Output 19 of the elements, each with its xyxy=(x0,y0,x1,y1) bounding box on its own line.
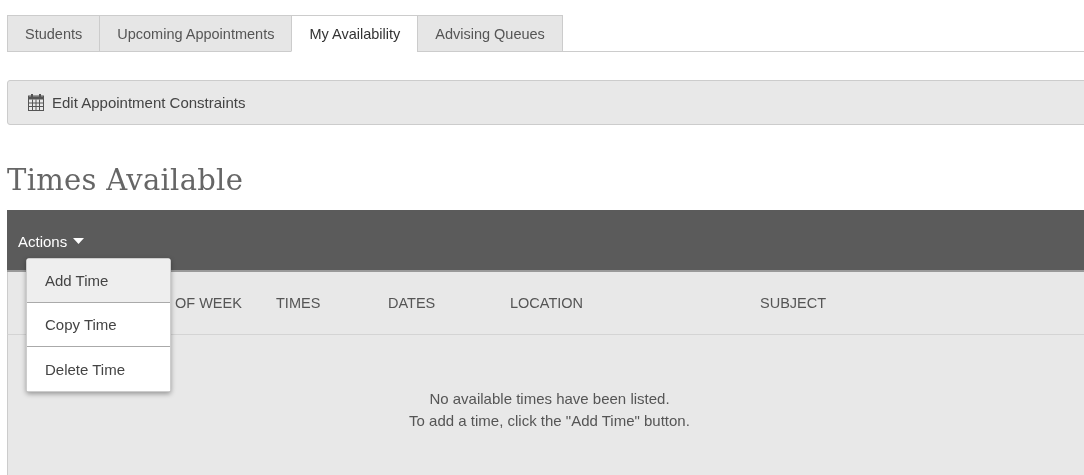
column-header: LOCATION xyxy=(510,295,584,311)
page-heading: Times Available xyxy=(7,163,245,197)
tab[interactable]: Students xyxy=(7,15,100,52)
calendar-icon xyxy=(28,94,44,111)
menu-item[interactable]: Delete Time xyxy=(27,347,170,391)
actions-dropdown[interactable]: Actions xyxy=(18,232,85,250)
menu-item[interactable]: Add Time xyxy=(27,259,170,303)
edit-constraints-button[interactable]: Edit Appointment Constraints xyxy=(28,94,246,111)
empty-message: No available times have been listed. xyxy=(428,389,671,409)
column-header: TIMES xyxy=(276,295,321,311)
column-header: SUBJECT xyxy=(760,295,827,311)
caret-icon xyxy=(73,238,85,244)
tab[interactable]: Upcoming Appointments xyxy=(99,15,292,52)
menu-item[interactable]: Copy Time xyxy=(27,303,170,347)
column-header: DATES xyxy=(388,295,436,311)
tab[interactable]: My Availability xyxy=(291,15,418,52)
empty-message: To add a time, click the "Add Time" button. xyxy=(408,411,691,431)
column-header: OF WEEK xyxy=(175,295,242,311)
tab[interactable]: Advising Queues xyxy=(417,15,563,52)
